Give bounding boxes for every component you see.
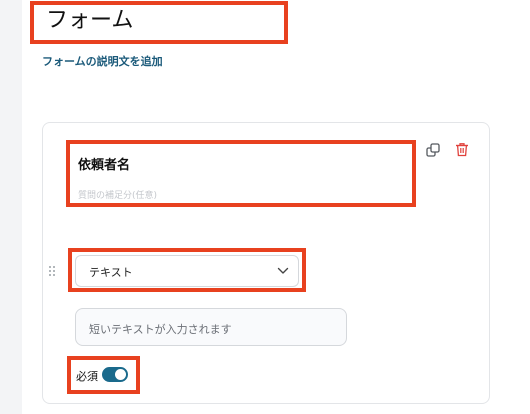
drag-handle-icon[interactable] xyxy=(49,266,57,278)
copy-icon[interactable] xyxy=(426,143,440,157)
required-toggle[interactable] xyxy=(102,367,128,382)
toggle-knob xyxy=(115,369,126,380)
question-supplement-field[interactable]: 質問の補足分(任意) xyxy=(78,188,157,201)
question-type-select[interactable]: テキスト xyxy=(75,255,299,287)
answer-preview-input: 短いテキストが入力されます xyxy=(75,308,347,346)
form-title[interactable]: フォーム xyxy=(46,5,133,37)
answer-preview-placeholder: 短いテキストが入力されます xyxy=(89,323,232,336)
add-description-link[interactable]: フォームの説明文を追加 xyxy=(42,53,163,69)
trash-icon[interactable] xyxy=(455,142,469,157)
question-title[interactable]: 依頼者名 xyxy=(78,154,130,173)
required-label: 必須 xyxy=(76,370,98,383)
chevron-down-icon xyxy=(277,267,289,274)
question-type-value: テキスト xyxy=(89,266,133,279)
